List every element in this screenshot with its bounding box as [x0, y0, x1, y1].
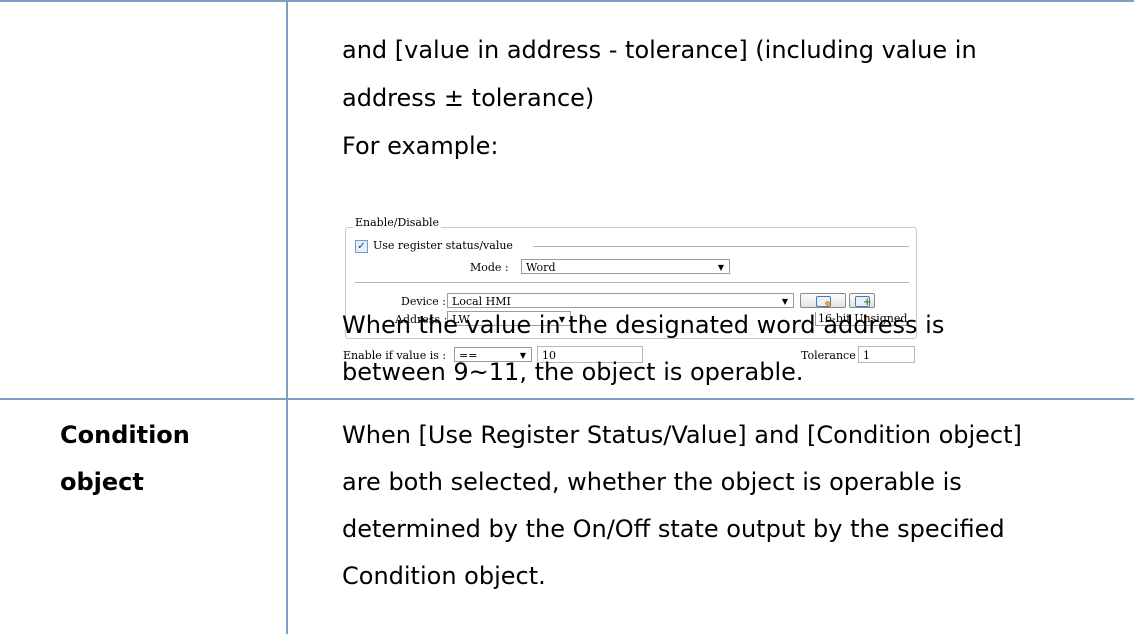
- description-line: address ± tolerance): [342, 84, 595, 112]
- description-line: When [Use Register Status/Value] and [Co…: [342, 421, 1022, 449]
- row-header: object: [60, 468, 144, 496]
- description-line: determined by the On/Off state output by…: [342, 515, 1005, 543]
- example-label: For example:: [342, 132, 499, 160]
- tolerance-label: Tolerance :: [801, 349, 863, 362]
- description-line: and [value in address - tolerance] (incl…: [342, 36, 977, 64]
- table-border-top: [0, 0, 1134, 2]
- tolerance-input[interactable]: 1: [858, 346, 915, 363]
- description-line: Condition object.: [342, 562, 546, 590]
- checkbox-label: Use register status/value: [373, 239, 513, 252]
- chevron-down-icon: ▼: [781, 297, 788, 306]
- divider: [355, 282, 909, 283]
- description-line: between 9~11, the object is operable.: [342, 358, 804, 386]
- description-line: When the value in the designated word ad…: [342, 311, 945, 339]
- device-value: Local HMI: [452, 295, 511, 308]
- mode-select[interactable]: Word ▼: [521, 259, 730, 274]
- device-select[interactable]: Local HMI ▼: [447, 293, 794, 308]
- plus-icon: +: [863, 297, 872, 308]
- table-row-divider: [0, 398, 1134, 400]
- orange-dot-icon: [825, 301, 830, 306]
- group-title: Enable/Disable: [353, 216, 442, 229]
- table-column-divider: [286, 0, 288, 634]
- checkbox-icon[interactable]: ✓: [355, 240, 368, 253]
- divider: [533, 246, 909, 247]
- row-header: Condition: [60, 421, 190, 449]
- add-tag-button[interactable]: +: [849, 293, 875, 308]
- mode-label: Mode :: [470, 261, 509, 274]
- description-line: are both selected, whether the object is…: [342, 468, 962, 496]
- device-label: Device :: [401, 295, 446, 308]
- tag-settings-button[interactable]: [800, 293, 846, 308]
- mode-value: Word: [526, 261, 556, 274]
- chevron-down-icon: ▼: [717, 263, 724, 272]
